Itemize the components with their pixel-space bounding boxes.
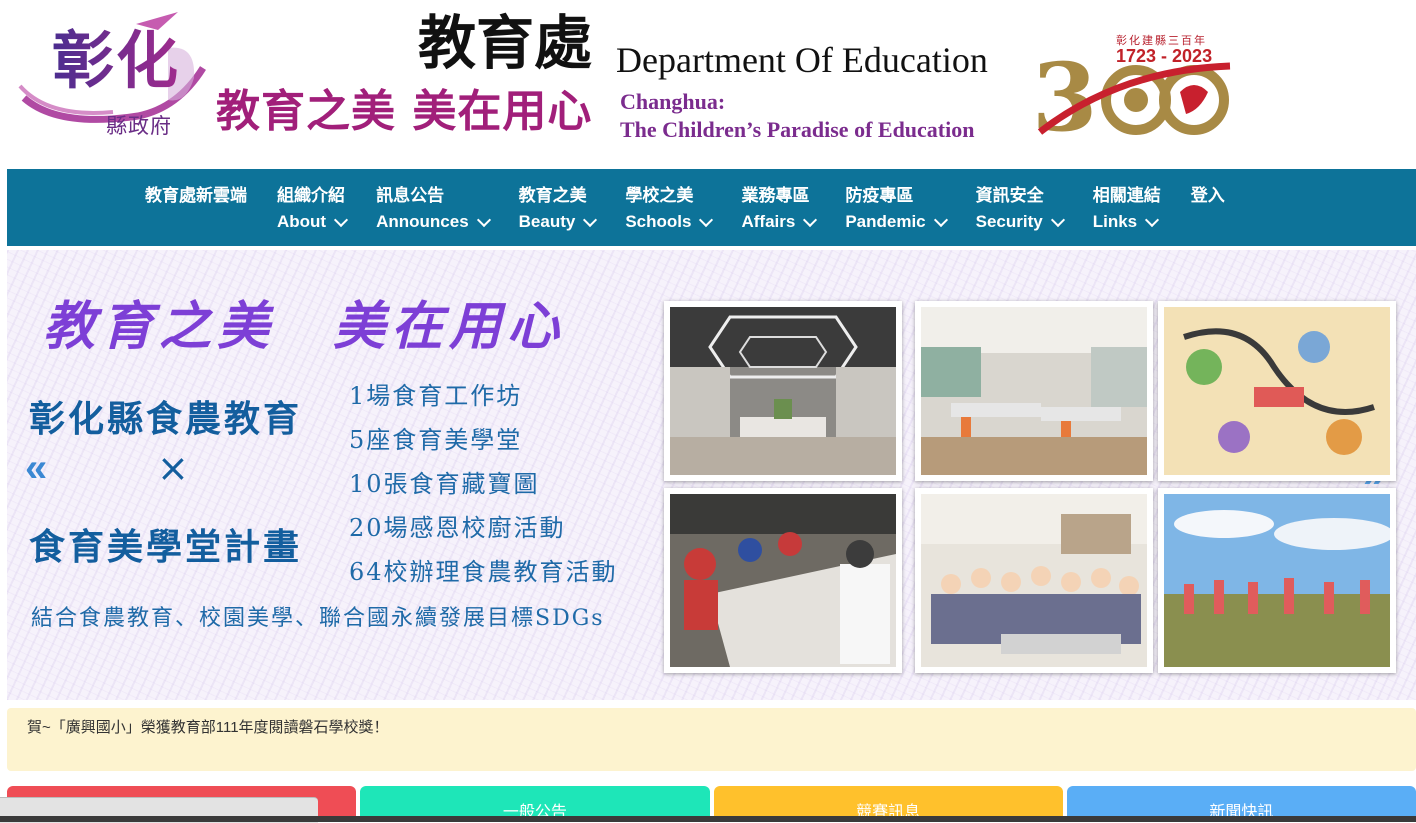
chevron-down-icon xyxy=(699,212,714,228)
anniversary-logo: 3 彰化建縣三百年 1723 - 2023 xyxy=(1030,30,1235,153)
nav-label-cn: 登入 xyxy=(1190,186,1225,205)
nav-label-cn: 教育之美 xyxy=(518,186,587,205)
nav-label-cn: 資訊安全 xyxy=(975,186,1044,205)
nav-item-pandemic[interactable]: 防疫專區 Pandemic xyxy=(845,183,975,235)
photo-field-harvest xyxy=(1158,488,1396,673)
nav-label-cn: 防疫專區 xyxy=(845,186,914,205)
site-header: 彰化 縣政府 教育處 Department Of Education 教育之美 … xyxy=(0,0,1416,168)
banner-times: × xyxy=(157,446,189,490)
city-tagline-line1: Changhua: xyxy=(620,89,726,114)
nav-label-cn: 教育處新雲端 xyxy=(145,186,247,205)
nav-item-beauty[interactable]: 教育之美 Beauty xyxy=(519,183,626,235)
marquee-text: 賀~「廣興國小」榮獲教育部111年度閱讀磐石學校獎！ xyxy=(27,719,389,736)
nav-label-cn: 相關連結 xyxy=(1092,186,1161,205)
nav-item-security[interactable]: 資訊安全 Security xyxy=(976,183,1093,235)
slogan: 教育之美 美在用心 xyxy=(216,86,593,137)
logo-subtext: 縣政府 xyxy=(106,114,172,138)
anniversary-years: 1723 - 2023 xyxy=(1116,46,1213,66)
nav-label-en: Schools xyxy=(625,212,692,231)
chevron-down-icon xyxy=(933,212,948,228)
nav-label-en: Pandemic xyxy=(845,212,926,231)
chevron-down-icon xyxy=(1145,212,1160,228)
bottom-edge xyxy=(0,816,1416,822)
main-nav: 教育處新雲端 組織介紹 About 訊息公告 Announces 教育之美 Be… xyxy=(7,169,1416,246)
photo-kitchen-hall xyxy=(664,301,902,481)
nav-label-en: Security xyxy=(975,212,1043,231)
banner-program-line2: 食育美學堂計畫 xyxy=(29,526,303,568)
nav-label-en: Affairs xyxy=(741,212,796,231)
nav-label-en: About xyxy=(277,212,327,231)
nav-label-cn: 業務專區 xyxy=(741,186,810,205)
photo-dining-room xyxy=(915,301,1153,481)
news-marquee[interactable]: 賀~「廣興國小」榮獲教育部111年度閱讀磐石學校獎！ xyxy=(7,708,1416,771)
banner-title: 教育之美 美在用心 xyxy=(43,296,566,357)
hero-carousel: 教育之美 美在用心 彰化縣食農教育 × 食育美學堂計畫 1場食育工作坊 5座食育… xyxy=(7,250,1416,700)
banner-stat-item: 64校辦理食農教育活動 xyxy=(349,558,618,586)
banner-footer: 結合食農教育、校園美學、聯合國永續發展目標SDGs xyxy=(31,606,605,631)
nav-label-en: Links xyxy=(1092,212,1138,231)
city-tagline-line2: The Children’s Paradise of Education xyxy=(620,116,975,142)
banner-stats-list: 1場食育工作坊 5座食育美學堂 10張食育藏寶圖 20場感恩校廚活動 64校辦理… xyxy=(349,374,618,594)
banner-stat-item: 5座食育美學堂 xyxy=(349,426,523,454)
chevron-down-icon xyxy=(334,212,349,228)
nav-label-en: Announces xyxy=(376,212,469,231)
carousel-prev-button[interactable]: « xyxy=(25,446,47,491)
chevron-down-icon xyxy=(583,212,598,228)
chevron-down-icon xyxy=(803,212,818,228)
nav-item-links[interactable]: 相關連結 Links xyxy=(1093,183,1191,235)
banner-stat-item: 10張食育藏寶圖 xyxy=(349,470,540,498)
banner-stat-item: 1場食育工作坊 xyxy=(349,382,523,410)
nav-item-affairs[interactable]: 業務專區 Affairs xyxy=(741,183,845,235)
logo-text: 彰化 xyxy=(52,10,180,100)
nav-label-cn: 訊息公告 xyxy=(376,186,445,205)
photo-treasure-map xyxy=(1158,301,1396,481)
chevron-down-icon xyxy=(1050,212,1065,228)
photo-students-cooking xyxy=(664,488,902,673)
nav-item-cloud[interactable]: 教育處新雲端 xyxy=(145,183,277,235)
photo-class-group xyxy=(915,488,1153,673)
banner-program-line1: 彰化縣食農教育 xyxy=(29,398,303,440)
nav-item-schools[interactable]: 學校之美 Schools xyxy=(625,183,741,235)
chevron-down-icon xyxy=(476,212,491,228)
nav-label-cn: 學校之美 xyxy=(625,186,694,205)
city-tagline: Changhua: The Children’s Paradise of Edu… xyxy=(620,88,974,143)
nav-item-login[interactable]: 登入 xyxy=(1191,183,1255,235)
county-logo[interactable]: 彰化 縣政府 xyxy=(18,8,208,140)
dept-name-en: Department Of Education xyxy=(616,40,988,80)
nav-item-about[interactable]: 組織介紹 About xyxy=(277,183,376,235)
nav-label-cn: 組織介紹 xyxy=(277,186,345,205)
nav-label-en: Beauty xyxy=(518,212,576,231)
banner-stat-item: 20場感恩校廚活動 xyxy=(349,514,566,542)
nav-item-announces[interactable]: 訊息公告 Announces xyxy=(376,183,519,235)
dept-name-cn: 教育處 xyxy=(418,9,593,77)
